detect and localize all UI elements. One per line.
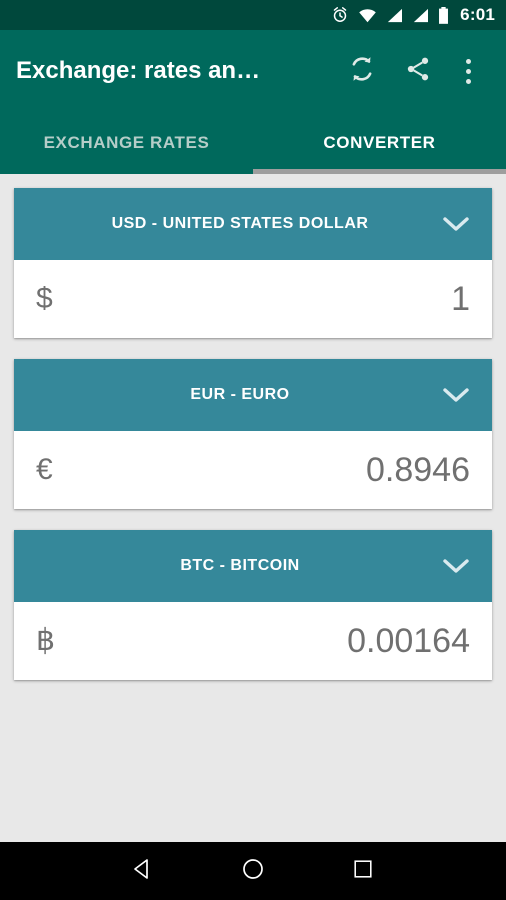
- refresh-button[interactable]: [334, 43, 390, 99]
- recents-square-icon: [352, 858, 374, 885]
- app-root: 6:01 Exchange: rates an… EXCHANGE RATES …: [0, 0, 506, 900]
- overflow-menu-icon: [465, 58, 471, 84]
- overflow-menu-button[interactable]: [446, 43, 490, 99]
- alarm-clock-icon: [331, 6, 349, 24]
- app-bar: Exchange: rates an…: [0, 30, 506, 112]
- tab-indicator: [253, 169, 506, 174]
- currency-label-eur: EUR - EURO: [190, 386, 290, 403]
- wifi-icon: [358, 8, 377, 23]
- tab-bar: EXCHANGE RATES CONVERTER: [0, 112, 506, 174]
- tab-converter-label: CONVERTER: [323, 133, 436, 152]
- signal-icon-1: [386, 8, 403, 23]
- chevron-down-icon: [442, 386, 470, 404]
- page-title: Exchange: rates an…: [16, 57, 261, 84]
- amount-field-btc[interactable]: ฿ 0.00164: [14, 602, 492, 680]
- currency-card-usd: USD - UNITED STATES DOLLAR $ 1: [14, 188, 492, 338]
- amount-value-usd: 1: [451, 280, 470, 318]
- tab-exchange-rates[interactable]: EXCHANGE RATES: [0, 112, 253, 174]
- signal-icon-2: [412, 8, 429, 23]
- currency-card-eur: EUR - EURO € 0.8946: [14, 359, 492, 509]
- share-icon: [404, 55, 432, 88]
- converter-list: USD - UNITED STATES DOLLAR $ 1 EUR - EUR…: [0, 174, 506, 680]
- back-button[interactable]: [88, 842, 198, 900]
- tab-converter[interactable]: CONVERTER: [253, 112, 506, 174]
- currency-symbol-usd: $: [36, 282, 53, 315]
- recents-button[interactable]: [308, 842, 418, 900]
- tab-exchange-rates-label: EXCHANGE RATES: [43, 133, 210, 152]
- back-triangle-icon: [131, 857, 155, 886]
- currency-selector-btc[interactable]: BTC - BITCOIN: [14, 530, 492, 602]
- currency-label-usd: USD - UNITED STATES DOLLAR: [111, 215, 369, 232]
- amount-field-usd[interactable]: $ 1: [14, 260, 492, 338]
- status-time: 6:01: [460, 5, 495, 24]
- android-nav-bar: [0, 842, 506, 900]
- currency-selector-usd[interactable]: USD - UNITED STATES DOLLAR: [14, 188, 492, 260]
- amount-field-eur[interactable]: € 0.8946: [14, 431, 492, 509]
- amount-value-btc: 0.00164: [347, 622, 470, 660]
- home-button[interactable]: [198, 842, 308, 900]
- refresh-icon: [347, 54, 377, 89]
- currency-symbol-btc: ฿: [36, 624, 56, 657]
- battery-icon: [438, 6, 449, 24]
- status-bar: 6:01: [0, 0, 506, 30]
- currency-selector-eur[interactable]: EUR - EURO: [14, 359, 492, 431]
- home-circle-icon: [241, 857, 265, 886]
- currency-card-btc: BTC - BITCOIN ฿ 0.00164: [14, 530, 492, 680]
- chevron-down-icon: [442, 557, 470, 575]
- share-button[interactable]: [390, 43, 446, 99]
- chevron-down-icon: [442, 215, 470, 233]
- app-bar-actions: [334, 43, 490, 99]
- currency-label-btc: BTC - BITCOIN: [180, 557, 300, 574]
- amount-value-eur: 0.8946: [366, 451, 470, 489]
- currency-symbol-eur: €: [36, 453, 53, 486]
